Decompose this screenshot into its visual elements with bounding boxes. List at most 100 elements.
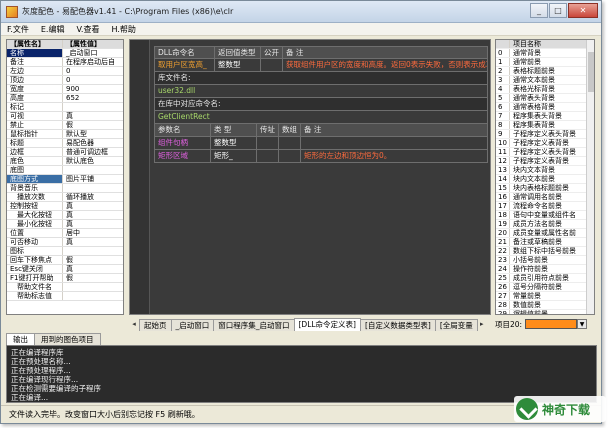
property-value[interactable]: 易配色器 [63, 139, 123, 147]
param-remark[interactable] [301, 137, 487, 149]
property-value[interactable] [63, 166, 123, 174]
list-item[interactable]: 18 语句中变量或组件名 [496, 211, 594, 220]
property-row[interactable]: 底图 [7, 166, 123, 175]
property-name[interactable]: 边框 [7, 148, 63, 156]
list-item[interactable]: 19 成员方法名前景 [496, 220, 594, 229]
tab-start-page[interactable]: 起始页 [139, 319, 172, 331]
list-item[interactable]: 2 表格标题前景 [496, 67, 594, 76]
list-item[interactable]: 23 小括号前景 [496, 256, 594, 265]
param-row[interactable]: 组件句柄 整数型 [154, 137, 488, 150]
property-row[interactable]: 标记 [7, 103, 123, 112]
chevron-down-icon[interactable]: ▼ [577, 319, 588, 329]
dll-command-row[interactable]: 取用户区宽高_ 整数型 获取组件用户区的宽度和高度。返回0表示失败，否则表示成功 [154, 59, 488, 72]
property-row[interactable]: 宽度 900 [7, 85, 123, 94]
property-row[interactable]: 播放次数 循环播放 [7, 193, 123, 202]
tab-dll-commands[interactable]: [DLL命令定义表] [293, 318, 361, 331]
property-row[interactable]: 底色 默认底色 [7, 157, 123, 166]
close-button[interactable]: ✕ [568, 3, 598, 18]
lib-value[interactable]: user32.dll [155, 85, 487, 97]
param-byref[interactable] [257, 137, 279, 149]
list-item[interactable]: 24 操作符前景 [496, 265, 594, 274]
property-value[interactable]: 真 [63, 112, 123, 120]
property-value[interactable]: 真 [63, 211, 123, 219]
param-type[interactable]: 整数型 [211, 137, 257, 149]
property-row[interactable]: 可否移动真 [7, 238, 123, 247]
property-row[interactable]: 鼠标指针 默认型 [7, 130, 123, 139]
list-item[interactable]: 17 流程命令名前景 [496, 202, 594, 211]
property-row[interactable]: 边框 普通可调边框 [7, 148, 123, 157]
param-name[interactable]: 组件句柄 [155, 137, 211, 149]
list-item[interactable]: 7 程序集表头背景 [496, 112, 594, 121]
list-item[interactable]: 27 常量前景 [496, 292, 594, 301]
list-item[interactable]: 8 程序集表背景 [496, 121, 594, 130]
property-name[interactable]: 帮助文件名 [7, 283, 63, 291]
property-name[interactable]: 位置 [7, 229, 63, 237]
property-name[interactable]: 左边 [7, 67, 63, 75]
list-item[interactable]: 9 子程序定义表头背景 [496, 130, 594, 139]
entry-value[interactable]: GetClientRect [155, 111, 487, 123]
property-value[interactable]: 图片平铺 [63, 175, 123, 183]
property-value[interactable]: 居中 [63, 229, 123, 237]
menu-edit[interactable]: E.编辑 [35, 24, 71, 35]
list-item[interactable]: 21 备注或草稿前景 [496, 238, 594, 247]
property-value[interactable]: 900 [63, 85, 123, 93]
menu-file[interactable]: F.文件 [1, 24, 35, 35]
property-row[interactable]: 图标 [7, 247, 123, 256]
property-name[interactable]: 背景音乐 [7, 184, 63, 192]
param-array[interactable] [279, 150, 301, 162]
maximize-button[interactable]: □ [549, 3, 567, 18]
list-item[interactable]: 28 数值前景 [496, 301, 594, 310]
entry-value-row[interactable]: GetClientRect [154, 111, 488, 124]
property-name[interactable]: 底色 [7, 157, 63, 165]
property-row[interactable]: F1键打开帮助假 [7, 274, 123, 283]
property-value[interactable]: 假 [63, 121, 123, 129]
property-row[interactable]: 顶边 0 [7, 76, 123, 85]
property-value[interactable]: 普通可调边框 [63, 148, 123, 156]
property-value[interactable]: 真 [63, 220, 123, 228]
output-panel[interactable]: 正在编译程序库 正在预处理名称... 正在预处理程序... 正在编译现行程序..… [6, 345, 597, 403]
list-item[interactable]: 1 通常前景 [496, 58, 594, 67]
property-value[interactable]: 默认型 [63, 130, 123, 138]
dll-command-name[interactable]: 取用户区宽高_ [155, 59, 215, 71]
property-row[interactable]: 可视真 [7, 112, 123, 121]
list-item[interactable]: 26 逗号分隔符前景 [496, 283, 594, 292]
param-byref[interactable] [257, 150, 279, 162]
list-item[interactable]: 29 逻辑值前景 [496, 310, 594, 314]
property-row[interactable]: 底图方式 图片平铺 [7, 175, 123, 184]
property-name[interactable]: 控制按钮 [7, 202, 63, 210]
property-name[interactable]: 名称 [7, 49, 63, 57]
property-name[interactable]: 可否移动 [7, 238, 63, 246]
property-name[interactable]: 顶边 [7, 76, 63, 84]
property-name[interactable]: 底图方式 [7, 175, 63, 183]
minimize-button[interactable]: _ [530, 3, 548, 18]
property-row[interactable]: 回车下移焦点假 [7, 256, 123, 265]
dll-command-public[interactable] [261, 59, 283, 71]
property-name[interactable]: 宽度 [7, 85, 63, 93]
list-item[interactable]: 10 子程序定义表背景 [496, 139, 594, 148]
property-value[interactable]: _启动窗口 [63, 49, 123, 57]
property-value[interactable]: 0 [63, 67, 123, 75]
property-row[interactable]: 帮助标志值 [7, 292, 123, 301]
property-name[interactable]: F1键打开帮助 [7, 274, 63, 282]
list-item[interactable]: 0 通常背景 [496, 49, 594, 58]
tab-used-colors[interactable]: 用到的图色项目 [34, 333, 101, 345]
tab-output[interactable]: 输出 [6, 333, 35, 345]
property-name[interactable]: 标题 [7, 139, 63, 147]
param-type[interactable]: 矩形_ [211, 150, 257, 162]
property-row[interactable]: 禁止假 [7, 121, 123, 130]
property-row[interactable]: Esc键关闭真 [7, 265, 123, 274]
property-name[interactable]: 回车下移焦点 [7, 256, 63, 264]
tab-startup-window[interactable]: _启动窗口 [170, 319, 215, 331]
property-name[interactable]: 可视 [7, 112, 63, 120]
list-item[interactable]: 12 子程序定义表背景 [496, 157, 594, 166]
param-name[interactable]: 矩形区域 [155, 150, 211, 162]
title-bar[interactable]: 灰度配色 - 易配色器v1.41 - C:\Program Files (x86… [1, 1, 601, 23]
property-name[interactable]: 标记 [7, 103, 63, 111]
property-value[interactable]: 在程序启动后自 [63, 58, 123, 66]
property-row[interactable]: 位置 居中 [7, 229, 123, 238]
property-name[interactable]: 底图 [7, 166, 63, 174]
property-value[interactable] [63, 103, 123, 111]
property-value[interactable]: 真 [63, 202, 123, 210]
list-item[interactable]: 6 通常表格背景 [496, 103, 594, 112]
menu-help[interactable]: H.帮助 [105, 24, 141, 35]
